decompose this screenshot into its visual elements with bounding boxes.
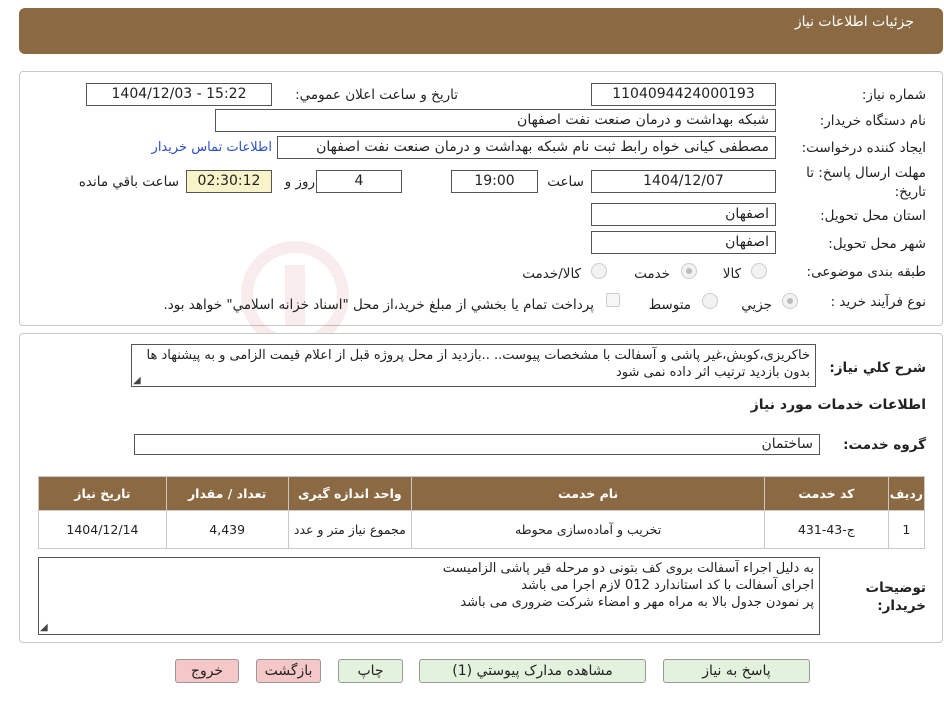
buyer-notes-textarea[interactable]: به دلیل اجراء آسفالت بروی کف بتونی دو مر… <box>38 557 820 635</box>
cell-date: 1404/12/14 <box>38 510 167 549</box>
service-group-label: گروه خدمت: <box>843 437 926 453</box>
summary-textarea[interactable]: خاکریزی،کوبش،غیر پاشی و آسفالت با مشخصات… <box>131 344 816 387</box>
category-option-service: خدمت <box>634 266 670 282</box>
province-field: اصفهان <box>591 203 776 226</box>
page-title: جزئیات اطلاعات نیاز <box>794 14 914 30</box>
view-attachments-button[interactable]: مشاهده مدارک پيوستي (1) <box>419 659 646 683</box>
buyer-org-field: شبکه بهداشت و درمان صنعت نفت اصفهان <box>215 109 776 132</box>
cell-row: 1 <box>887 510 926 549</box>
category-radio-service[interactable] <box>681 263 697 279</box>
city-label: شهر محل تحويل: <box>828 236 926 252</box>
city-field: اصفهان <box>591 231 776 254</box>
cell-code: ج-43-431 <box>764 510 889 549</box>
deadline-time-label: ساعت <box>547 174 584 190</box>
buyer-note-line: اجرای آسفالت با کد استاندارد 012 لازم اج… <box>521 578 814 593</box>
col-code: کد خدمت <box>764 476 889 511</box>
requester-field: مصطفی کیانی خواه رابط ثبت نام شبکه بهداش… <box>277 136 776 159</box>
print-button[interactable]: چاپ <box>338 659 403 683</box>
payment-note: پرداخت تمام يا بخشي از مبلغ خريد،از محل … <box>163 297 594 313</box>
contact-buyer-link[interactable]: اطلاعات تماس خريدار <box>152 140 272 155</box>
category-radio-goods[interactable] <box>751 263 767 279</box>
treasury-checkbox[interactable] <box>606 293 620 307</box>
announce-field: 1404/12/03 - 15:22 <box>86 83 272 106</box>
process-option-medium: متوسط <box>648 297 691 313</box>
process-radio-medium[interactable] <box>702 293 718 309</box>
services-section-title: اطلاعات خدمات مورد نياز <box>750 397 926 413</box>
services-table: رديف کد خدمت نام خدمت واحد اندازه گيری ت… <box>38 476 926 549</box>
remaining-time-field: 02:30:12 <box>186 170 272 193</box>
cell-name: تخريب و آماده‌سازی محوطه <box>411 510 766 549</box>
buyer-note-line: به دلیل اجراء آسفالت بروی کف بتونی دو مر… <box>442 561 814 576</box>
reply-button[interactable]: پاسخ به نياز <box>663 659 810 683</box>
deadline-label: مهلت ارسال پاسخ: تا تاريخ: <box>806 165 926 200</box>
buyer-notes-label: توضيحات خريدار: <box>865 580 926 614</box>
cell-qty: 4,439 <box>165 510 289 549</box>
col-row: رديف <box>887 476 926 511</box>
requester-label: ايجاد کننده درخواست: <box>801 140 926 156</box>
table-row: 1 ج-43-431 تخريب و آماده‌سازی محوطه مجمو… <box>38 510 926 549</box>
days-label: روز و <box>284 174 315 190</box>
service-group-field: ساختمان <box>134 434 820 455</box>
category-label: طبقه بندی موضوعی: <box>806 264 926 280</box>
table-header-row: رديف کد خدمت نام خدمت واحد اندازه گيری ت… <box>38 476 926 511</box>
need-number-field: 1104094424000193 <box>591 83 776 106</box>
category-option-both: کالا/خدمت <box>522 266 581 282</box>
remaining-label: ساعت باقي مانده <box>78 174 179 190</box>
back-button[interactable]: بازگشت <box>256 659 321 683</box>
exit-button[interactable]: خروج <box>175 659 239 683</box>
summary-label: شرح کلي نياز: <box>829 360 926 376</box>
category-radio-both[interactable] <box>591 263 607 279</box>
col-date: تاريخ نياز <box>38 476 167 511</box>
category-option-goods: کالا <box>722 266 741 282</box>
buyer-org-label: نام دستگاه خريدار: <box>819 113 926 129</box>
resize-handle-icon[interactable]: ◢ <box>40 622 48 633</box>
announce-label: تاریخ و ساعت اعلان عمومي: <box>295 87 458 103</box>
process-label: نوع فرآیند خرید : <box>830 294 926 310</box>
col-qty: تعداد / مقدار <box>165 476 289 511</box>
days-field: 4 <box>316 170 402 193</box>
cell-unit: مجموع نياز متر و عدد <box>287 510 413 549</box>
process-radio-minor[interactable] <box>782 293 798 309</box>
process-option-minor: جزيي <box>741 297 772 313</box>
col-name: نام خدمت <box>411 476 766 511</box>
need-number-label: شماره نیاز: <box>861 87 926 103</box>
deadline-time-field: 19:00 <box>451 170 538 193</box>
col-unit: واحد اندازه گيری <box>287 476 413 511</box>
resize-handle-icon[interactable]: ◢ <box>133 375 141 386</box>
buyer-note-line: پر نمودن جدول بالا به مراه مهر و امضاء ش… <box>460 595 814 610</box>
deadline-date-field: 1404/12/07 <box>591 170 776 193</box>
province-label: استان محل تحويل: <box>820 208 926 224</box>
